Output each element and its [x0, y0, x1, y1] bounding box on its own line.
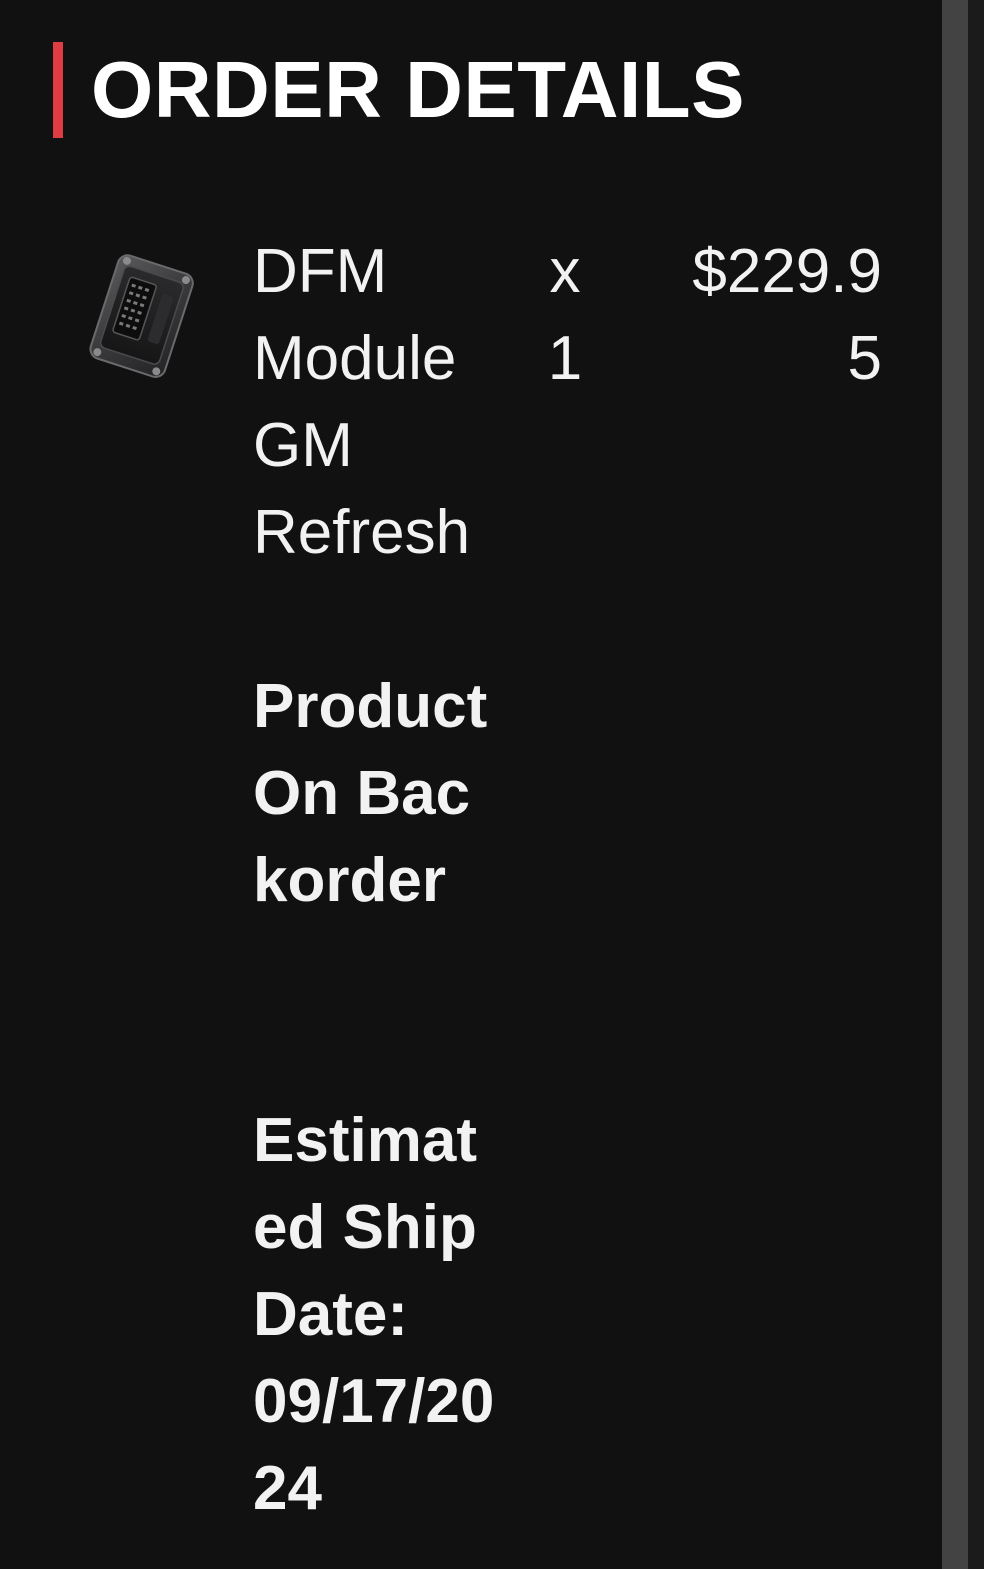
ship-date-label: Estimated Ship Date:: [253, 1106, 477, 1349]
backorder-status: Product On Backorder: [253, 672, 488, 915]
dfm-module-product-image: [80, 248, 202, 388]
order-details-header: ORDER DETAILS: [53, 42, 745, 138]
product-quantity: x 1: [547, 237, 583, 393]
product-price: $229.95: [692, 237, 882, 393]
ship-date-value: 09/17/2024: [253, 1367, 495, 1523]
accent-bar: [53, 42, 63, 138]
scrollbar[interactable]: [942, 0, 984, 1569]
scrollbar-thumb[interactable]: [942, 0, 968, 1569]
product-name[interactable]: DFM Module GM Refresh: [253, 228, 508, 576]
estimated-ship-date: Estimated Ship Date: 09/17/2024: [253, 1097, 503, 1532]
page-title: ORDER DETAILS: [91, 45, 745, 134]
